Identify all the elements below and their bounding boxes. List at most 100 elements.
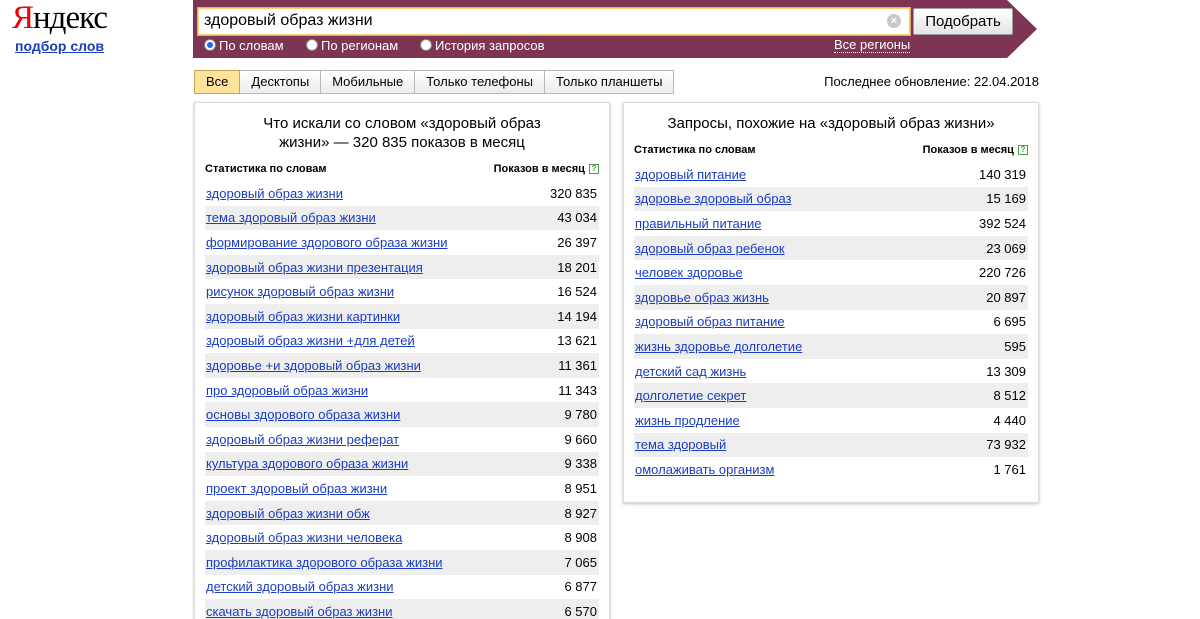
keyword-link[interactable]: тема здоровый образ жизни bbox=[206, 210, 376, 225]
logo-first-letter: Я bbox=[12, 0, 34, 36]
keyword-link[interactable]: про здоровый образ жизни bbox=[206, 383, 368, 398]
keyword-link[interactable]: здоровье здоровый образ bbox=[635, 191, 792, 206]
impressions-count: 8 512 bbox=[993, 388, 1026, 404]
impressions-count: 23 069 bbox=[986, 240, 1026, 256]
keyword-link[interactable]: человек здоровье bbox=[635, 265, 743, 280]
mode-label: По словам bbox=[219, 37, 284, 53]
impressions-count: 8 951 bbox=[564, 480, 597, 496]
tab-all[interactable]: Все bbox=[194, 70, 241, 94]
tab-desktops[interactable]: Десктопы bbox=[240, 70, 322, 94]
impressions-count: 11 343 bbox=[558, 382, 597, 398]
table-row: здоровый образ жизни реферат 9 660 bbox=[205, 427, 599, 452]
radio-icon-selected bbox=[204, 39, 216, 51]
impressions-count: 13 621 bbox=[557, 333, 597, 349]
logo-wordmark[interactable]: Яндекс bbox=[12, 0, 112, 36]
wordstat-link[interactable]: подбор слов bbox=[15, 38, 112, 54]
keyword-link[interactable]: жизнь здоровье долголетие bbox=[635, 339, 802, 354]
table-row: здоровый образ жизни презентация 18 201 bbox=[205, 254, 599, 280]
keyword-link[interactable]: здоровый образ жизни человека bbox=[206, 530, 402, 545]
mode-radio-regions[interactable]: По регионам bbox=[306, 37, 399, 53]
impressions-count: 140 319 bbox=[979, 166, 1026, 182]
search-input[interactable]: здоровый образ жизни bbox=[197, 7, 911, 36]
keyword-link[interactable]: здоровый образ жизни bbox=[206, 186, 343, 201]
impressions-count: 43 034 bbox=[557, 210, 597, 226]
table-row: жизнь продление 4 440 bbox=[634, 408, 1028, 433]
similar-queries-list: здоровый питание 140 319 здоровье здоровый… bbox=[634, 162, 1028, 482]
keyword-link[interactable]: здоровый образ жизни реферат bbox=[206, 432, 399, 447]
keyword-link[interactable]: основы здорового образа жизни bbox=[206, 407, 400, 422]
impressions-count: 595 bbox=[1004, 338, 1026, 354]
keyword-link[interactable]: жизнь продление bbox=[635, 413, 740, 428]
table-row: основы здорового образа жизни 9 780 bbox=[205, 402, 599, 427]
keyword-link[interactable]: профилактика здорового образа жизни bbox=[206, 555, 443, 570]
keyword-link[interactable]: долголетие секрет bbox=[635, 388, 746, 403]
col-count-label: Показов в месяц bbox=[493, 163, 585, 175]
impressions-count: 6 877 bbox=[564, 579, 597, 595]
keyword-link[interactable]: правильный питание bbox=[635, 216, 761, 231]
tab-phones[interactable]: Только телефоны bbox=[415, 70, 546, 94]
impressions-count: 11 361 bbox=[558, 357, 597, 373]
keyword-link[interactable]: скачать здоровый образ жизни bbox=[206, 604, 392, 619]
table-row: тема здоровый 73 932 bbox=[634, 432, 1028, 458]
table-row: здоровый образ жизни обж 8 927 bbox=[205, 500, 599, 526]
table-row: правильный питание 392 524 bbox=[634, 211, 1028, 236]
table-row: детский сад жизнь 13 309 bbox=[634, 359, 1028, 384]
keyword-link[interactable]: детский сад жизнь bbox=[635, 364, 746, 379]
all-regions-link[interactable]: Все регионы bbox=[834, 38, 911, 53]
table-row: здоровый образ жизни +для детей 13 621 bbox=[205, 329, 599, 354]
impressions-count: 9 660 bbox=[564, 431, 597, 447]
impressions-count: 8 908 bbox=[564, 530, 597, 546]
table-row: детский здоровый образ жизни 6 877 bbox=[205, 575, 599, 600]
mode-label: По регионам bbox=[321, 37, 399, 53]
impressions-count: 26 397 bbox=[557, 234, 597, 250]
impressions-count: 9 780 bbox=[564, 407, 597, 423]
keyword-link[interactable]: формирование здорового образа жизни bbox=[206, 235, 447, 250]
impressions-count: 14 194 bbox=[557, 308, 597, 324]
keyword-link[interactable]: культура здорового образа жизни bbox=[206, 456, 408, 471]
keyword-link[interactable]: здоровый образ жизни +для детей bbox=[206, 333, 415, 348]
keyword-link[interactable]: тема здоровый bbox=[635, 437, 726, 452]
keyword-link[interactable]: здоровье +и здоровый образ жизни bbox=[206, 358, 421, 373]
keyword-link[interactable]: рисунок здоровый образ жизни bbox=[206, 284, 394, 299]
radio-icon bbox=[420, 39, 432, 51]
impressions-count: 392 524 bbox=[979, 215, 1026, 231]
keyword-link[interactable]: здоровый образ жизни картинки bbox=[206, 309, 400, 324]
tab-mobile[interactable]: Мобильные bbox=[321, 70, 416, 94]
device-tabs: Все Десктопы Мобильные Только телефоны Т… bbox=[194, 70, 675, 94]
keyword-link[interactable]: проект здоровый образ жизни bbox=[206, 481, 387, 496]
impressions-count: 16 524 bbox=[557, 284, 597, 300]
keyword-link[interactable]: здоровье образ жизнь bbox=[635, 290, 769, 305]
impressions-count: 18 201 bbox=[557, 259, 597, 275]
clear-icon[interactable]: × bbox=[887, 14, 901, 28]
tab-tablets[interactable]: Только планшеты bbox=[545, 70, 675, 94]
table-row: здоровый образ жизни картинки 14 194 bbox=[205, 303, 599, 329]
table-row: омолаживать организм 1 761 bbox=[634, 457, 1028, 482]
column-header: Статистика по словам Показов в месяц ? bbox=[205, 162, 599, 176]
table-row: здоровый питание 140 319 bbox=[634, 162, 1028, 187]
keyword-link[interactable]: омолаживать организм bbox=[635, 462, 774, 477]
table-row: культура здорового образа жизни 9 338 bbox=[205, 451, 599, 477]
help-icon[interactable]: ? bbox=[589, 164, 599, 174]
mode-radio-words[interactable]: По словам bbox=[204, 37, 284, 53]
table-row: здоровье +и здоровый образ жизни 11 361 bbox=[205, 353, 599, 378]
keyword-link[interactable]: здоровый образ ребенок bbox=[635, 241, 785, 256]
table-row: человек здоровье 220 726 bbox=[634, 260, 1028, 285]
submit-button[interactable]: Подобрать bbox=[913, 8, 1013, 35]
table-row: рисунок здоровый образ жизни 16 524 bbox=[205, 279, 599, 304]
yandex-logo[interactable]: Яндекс подбор слов bbox=[12, 0, 112, 54]
keyword-link[interactable]: здоровый питание bbox=[635, 167, 746, 182]
table-row: здоровье здоровый образ 15 169 bbox=[634, 186, 1028, 212]
help-icon[interactable]: ? bbox=[1018, 145, 1028, 155]
col-count-header: Показов в месяц ? bbox=[494, 162, 599, 176]
table-row: здоровый образ питание 6 695 bbox=[634, 310, 1028, 335]
keyword-link[interactable]: здоровый образ питание bbox=[635, 314, 785, 329]
table-row: здоровый образ жизни человека 8 908 bbox=[205, 525, 599, 550]
table-row: здоровый образ жизни 320 835 bbox=[205, 181, 599, 206]
impressions-count: 220 726 bbox=[979, 265, 1026, 281]
keyword-link[interactable]: здоровый образ жизни презентация bbox=[206, 260, 423, 275]
table-row: профилактика здорового образа жизни 7 065 bbox=[205, 549, 599, 575]
impressions-count: 6 695 bbox=[993, 314, 1026, 330]
keyword-link[interactable]: здоровый образ жизни обж bbox=[206, 506, 370, 521]
keyword-link[interactable]: детский здоровый образ жизни bbox=[206, 579, 394, 594]
mode-radio-history[interactable]: История запросов bbox=[420, 38, 545, 53]
